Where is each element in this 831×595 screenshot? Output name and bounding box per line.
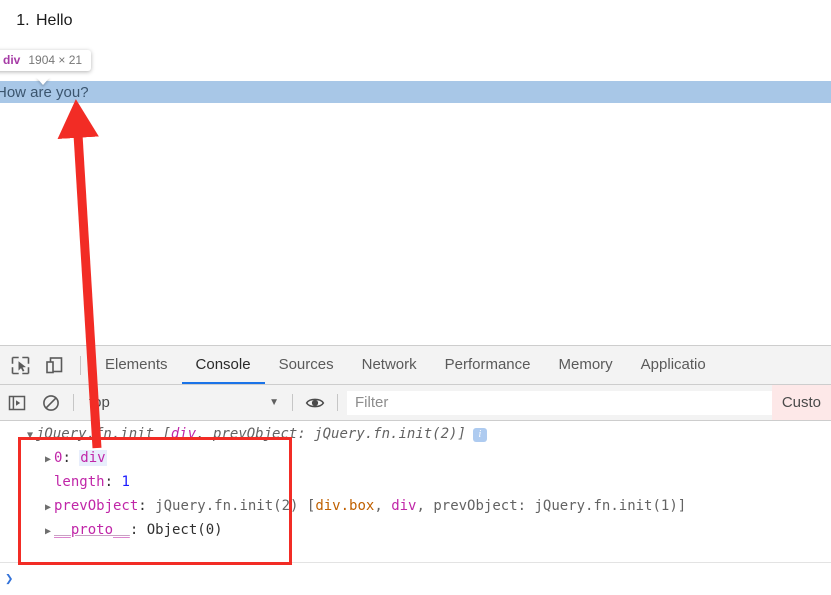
toolbar-divider: [80, 355, 81, 375]
console-line: length: 1: [42, 471, 130, 493]
devtools-tabbar: Elements Console Sources Network Perform…: [0, 346, 831, 385]
disclosure-triangle-icon[interactable]: [42, 497, 54, 519]
console-property-name: prevObject: [54, 498, 139, 514]
console-value: div: [391, 498, 417, 514]
execution-context-selector[interactable]: top ▼: [83, 394, 283, 411]
tab-performance[interactable]: Performance: [431, 346, 545, 384]
tab-application[interactable]: Applicatio: [627, 346, 720, 384]
console-text: jQuery.fn.init(2) [: [155, 498, 316, 514]
page-ordered-list: Hello: [0, 0, 831, 32]
console-value: 1: [121, 474, 130, 490]
console-text: jQuery.fn.init: [36, 426, 163, 442]
console-value[interactable]: div: [79, 450, 107, 466]
console-sidebar-icon[interactable]: [4, 390, 30, 416]
tab-network[interactable]: Network: [348, 346, 431, 384]
device-toolbar-icon[interactable]: [40, 351, 68, 379]
disclosure-triangle-icon[interactable]: [42, 449, 54, 471]
tooltip-dimensions: 1904 × 21: [28, 53, 83, 67]
console-property-name: length: [54, 474, 105, 490]
console-property-name: __proto__: [54, 522, 130, 538]
filter-input[interactable]: [347, 390, 772, 415]
inspected-element-highlight[interactable]: How are you?: [0, 81, 831, 103]
inspected-element-text: How are you?: [0, 83, 89, 101]
disclosure-triangle-icon[interactable]: [42, 521, 54, 543]
tooltip-pointer-arrow: [36, 77, 50, 85]
console-text: ,: [374, 498, 392, 514]
console-text: :: [62, 450, 80, 466]
inspect-element-icon[interactable]: [6, 351, 34, 379]
chevron-down-icon: ▼: [269, 397, 279, 408]
disclosure-triangle-icon[interactable]: [24, 425, 36, 447]
web-page-viewport: Hello How are you? div 1904 × 21: [0, 0, 831, 345]
filterbar-divider-1: [73, 394, 74, 411]
list-item: Hello: [34, 10, 831, 32]
console-text: :: [104, 474, 122, 490]
tab-sources[interactable]: Sources: [265, 346, 348, 384]
console-text: div: [170, 426, 197, 442]
live-expression-eye-icon[interactable]: [302, 390, 328, 416]
console-value: Object(0): [146, 522, 223, 538]
console-line[interactable]: jQuery.fn.init [div, prevObject: jQuery.…: [24, 423, 487, 445]
console-text: :: [129, 522, 147, 538]
tab-elements[interactable]: Elements: [91, 346, 182, 384]
console-line[interactable]: 0: div: [42, 447, 107, 469]
inspector-tooltip: div 1904 × 21: [0, 50, 92, 71]
console-filter-toolbar: top ▼ Custo: [0, 385, 831, 421]
console-text: :: [138, 498, 156, 514]
console-text: , prevObject: jQuery.fn.init(2)]: [196, 426, 466, 442]
log-levels-dropdown[interactable]: Custo: [771, 385, 831, 420]
console-value: div.box: [315, 498, 375, 514]
console-text: [: [162, 426, 171, 442]
console-text: , prevObject: jQuery.fn.init(1)]: [416, 498, 687, 514]
prompt-chevron-icon: ❯: [5, 570, 14, 587]
devtools-panel: Elements Console Sources Network Perform…: [0, 345, 831, 595]
console-prompt-row[interactable]: ❯: [0, 562, 831, 594]
tab-memory[interactable]: Memory: [545, 346, 627, 384]
filterbar-divider-3: [337, 394, 338, 411]
info-badge-icon[interactable]: i: [472, 428, 487, 442]
tooltip-tag-name: div: [3, 53, 21, 67]
filterbar-divider-2: [292, 394, 293, 411]
console-line[interactable]: prevObject: jQuery.fn.init(2) [div.box , …: [42, 495, 686, 517]
clear-console-icon[interactable]: [38, 390, 64, 416]
console-line[interactable]: __proto__: Object(0): [42, 519, 223, 541]
tab-console[interactable]: Console: [181, 346, 265, 384]
execution-context-label: top: [89, 394, 110, 411]
